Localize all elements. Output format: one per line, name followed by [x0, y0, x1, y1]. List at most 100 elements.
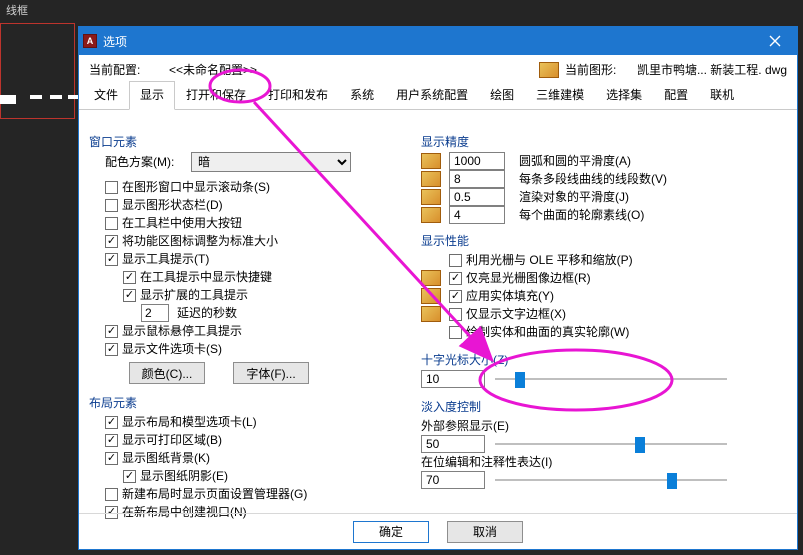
chk-large-buttons[interactable]	[105, 217, 118, 230]
bg-decor	[30, 95, 42, 99]
chk-paper-bg[interactable]	[105, 452, 118, 465]
close-button[interactable]	[753, 27, 797, 55]
titlebar: A 选项	[79, 27, 797, 55]
group-crosshair: 十字光标大小(Z)	[421, 351, 789, 368]
chk-page-setup-mgr-label: 新建布局时显示页面设置管理器(G)	[122, 485, 307, 503]
bg-decor	[0, 95, 16, 104]
group-layout-elements: 布局元素	[89, 394, 407, 411]
chk-extended-tooltips-label: 显示扩展的工具提示	[140, 286, 248, 304]
chk-rollover-tooltips[interactable]	[105, 325, 118, 338]
current-drawing-label: 当前图形:	[565, 61, 637, 78]
color-scheme-label: 配色方案(M):	[105, 153, 191, 171]
cancel-button[interactable]: 取消	[447, 521, 523, 543]
chk-large-buttons-label: 在工具栏中使用大按钮	[122, 214, 242, 232]
tab-display[interactable]: 显示	[129, 81, 175, 110]
chk-paper-shadow[interactable]	[123, 470, 136, 483]
chk-extended-tooltips[interactable]	[123, 289, 136, 302]
arc-smoothness-field[interactable]	[449, 152, 505, 170]
chk-page-setup-mgr[interactable]	[105, 488, 118, 501]
dwg-icon	[421, 288, 441, 304]
xref-fade-slider[interactable]	[495, 435, 727, 453]
render-smooth-label: 渲染对象的平滑度(J)	[519, 188, 629, 206]
chk-layout-tabs[interactable]	[105, 416, 118, 429]
crosshair-size-field[interactable]	[421, 370, 485, 388]
contour-lines-label: 每个曲面的轮廓素线(O)	[519, 206, 644, 224]
top-info-row: 当前配置: <<未命名配置>> 当前图形: 凯里市鸭塘... 新装工程. dwg	[79, 55, 797, 80]
chk-drawing-statusbar[interactable]	[105, 199, 118, 212]
chk-printable-area[interactable]	[105, 434, 118, 447]
chk-tooltips-label: 显示工具提示(T)	[122, 250, 209, 268]
bg-red-box	[0, 23, 75, 119]
chk-drawing-statusbar-label: 显示图形状态栏(D)	[122, 196, 223, 214]
tab-3d[interactable]: 三维建模	[525, 81, 595, 110]
inplace-fade-field[interactable]	[421, 471, 485, 489]
chk-scrollbars-label: 在图形窗口中显示滚动条(S)	[122, 178, 270, 196]
tab-strip: 文件 显示 打开和保存 打印和发布 系统 用户系统配置 绘图 三维建模 选择集 …	[79, 80, 797, 110]
xref-fade-label: 外部参照显示(E)	[421, 417, 509, 435]
tab-selection[interactable]: 选择集	[595, 81, 653, 110]
chk-text-frame-only[interactable]	[449, 308, 462, 321]
tab-online[interactable]: 联机	[699, 81, 745, 110]
bg-decor	[50, 95, 62, 99]
current-drawing-value: 凯里市鸭塘... 新装工程. dwg	[637, 61, 787, 78]
polyline-segs-field[interactable]	[449, 170, 505, 188]
group-display-performance: 显示性能	[421, 232, 789, 249]
crosshair-size-slider[interactable]	[495, 370, 727, 388]
dwg-icon	[539, 62, 559, 78]
tab-open-save[interactable]: 打开和保存	[175, 81, 257, 110]
dialog-title: 选项	[103, 33, 753, 50]
tab-user-pref[interactable]: 用户系统配置	[385, 81, 479, 110]
contour-lines-field[interactable]	[449, 206, 505, 224]
chk-highlight-raster[interactable]	[449, 272, 462, 285]
chk-tooltip-shortcuts[interactable]	[123, 271, 136, 284]
options-dialog: A 选项 当前配置: <<未命名配置>> 当前图形: 凯里市鸭塘... 新装工程…	[78, 26, 798, 550]
dialog-footer: 确定 取消	[79, 513, 797, 549]
fonts-button[interactable]: 字体(F)...	[233, 362, 309, 384]
chk-text-frame-only-label: 仅显示文字边框(X)	[466, 305, 566, 323]
ok-button[interactable]: 确定	[353, 521, 429, 543]
chk-tooltips[interactable]	[105, 253, 118, 266]
chk-ribbon-icons-label: 将功能区图标调整为标准大小	[122, 232, 278, 250]
chk-true-silhouettes[interactable]	[449, 326, 462, 339]
bg-label: 线框	[6, 2, 28, 18]
chk-ribbon-icons[interactable]	[105, 235, 118, 248]
dwg-icon	[421, 270, 441, 286]
colors-button[interactable]: 颜色(C)...	[129, 362, 205, 384]
dwg-icon	[421, 207, 441, 223]
current-profile-value: <<未命名配置>>	[169, 61, 539, 78]
dwg-icon	[421, 171, 441, 187]
polyline-segs-label: 每条多段线曲线的线段数(V)	[519, 170, 667, 188]
chk-solid-fill[interactable]	[449, 290, 462, 303]
chk-paper-bg-label: 显示图纸背景(K)	[122, 449, 210, 467]
current-profile-label: 当前配置:	[89, 61, 169, 78]
tooltip-delay-label: 延迟的秒数	[177, 304, 237, 322]
chk-printable-area-label: 显示可打印区域(B)	[122, 431, 222, 449]
dwg-icon	[421, 306, 441, 322]
dwg-icon	[421, 153, 441, 169]
chk-scrollbars[interactable]	[105, 181, 118, 194]
group-fade-control: 淡入度控制	[421, 398, 789, 415]
tab-plot[interactable]: 打印和发布	[257, 81, 339, 110]
tab-system[interactable]: 系统	[339, 81, 385, 110]
chk-paper-shadow-label: 显示图纸阴影(E)	[140, 467, 228, 485]
chk-solid-fill-label: 应用实体填充(Y)	[466, 287, 554, 305]
chk-true-silhouettes-label: 绘制实体和曲面的真实轮廓(W)	[466, 323, 629, 341]
chk-layout-tabs-label: 显示布局和模型选项卡(L)	[122, 413, 257, 431]
group-window-elements: 窗口元素	[89, 133, 407, 150]
render-smooth-field[interactable]	[449, 188, 505, 206]
tab-file[interactable]: 文件	[83, 81, 129, 110]
chk-highlight-raster-label: 仅亮显光栅图像边框(R)	[466, 269, 591, 287]
tooltip-delay-field[interactable]	[141, 304, 169, 322]
dwg-icon	[421, 189, 441, 205]
inplace-fade-slider[interactable]	[495, 471, 727, 489]
xref-fade-field[interactable]	[421, 435, 485, 453]
tab-profiles[interactable]: 配置	[653, 81, 699, 110]
chk-file-tabs[interactable]	[105, 343, 118, 356]
tab-drafting[interactable]: 绘图	[479, 81, 525, 110]
chk-pan-zoom-raster-label: 利用光栅与 OLE 平移和缩放(P)	[466, 251, 633, 269]
app-logo-icon: A	[83, 34, 97, 48]
inplace-fade-label: 在位编辑和注释性表达(I)	[421, 453, 552, 471]
chk-pan-zoom-raster[interactable]	[449, 254, 462, 267]
color-scheme-select[interactable]: 暗	[191, 152, 351, 172]
chk-tooltip-shortcuts-label: 在工具提示中显示快捷键	[140, 268, 272, 286]
